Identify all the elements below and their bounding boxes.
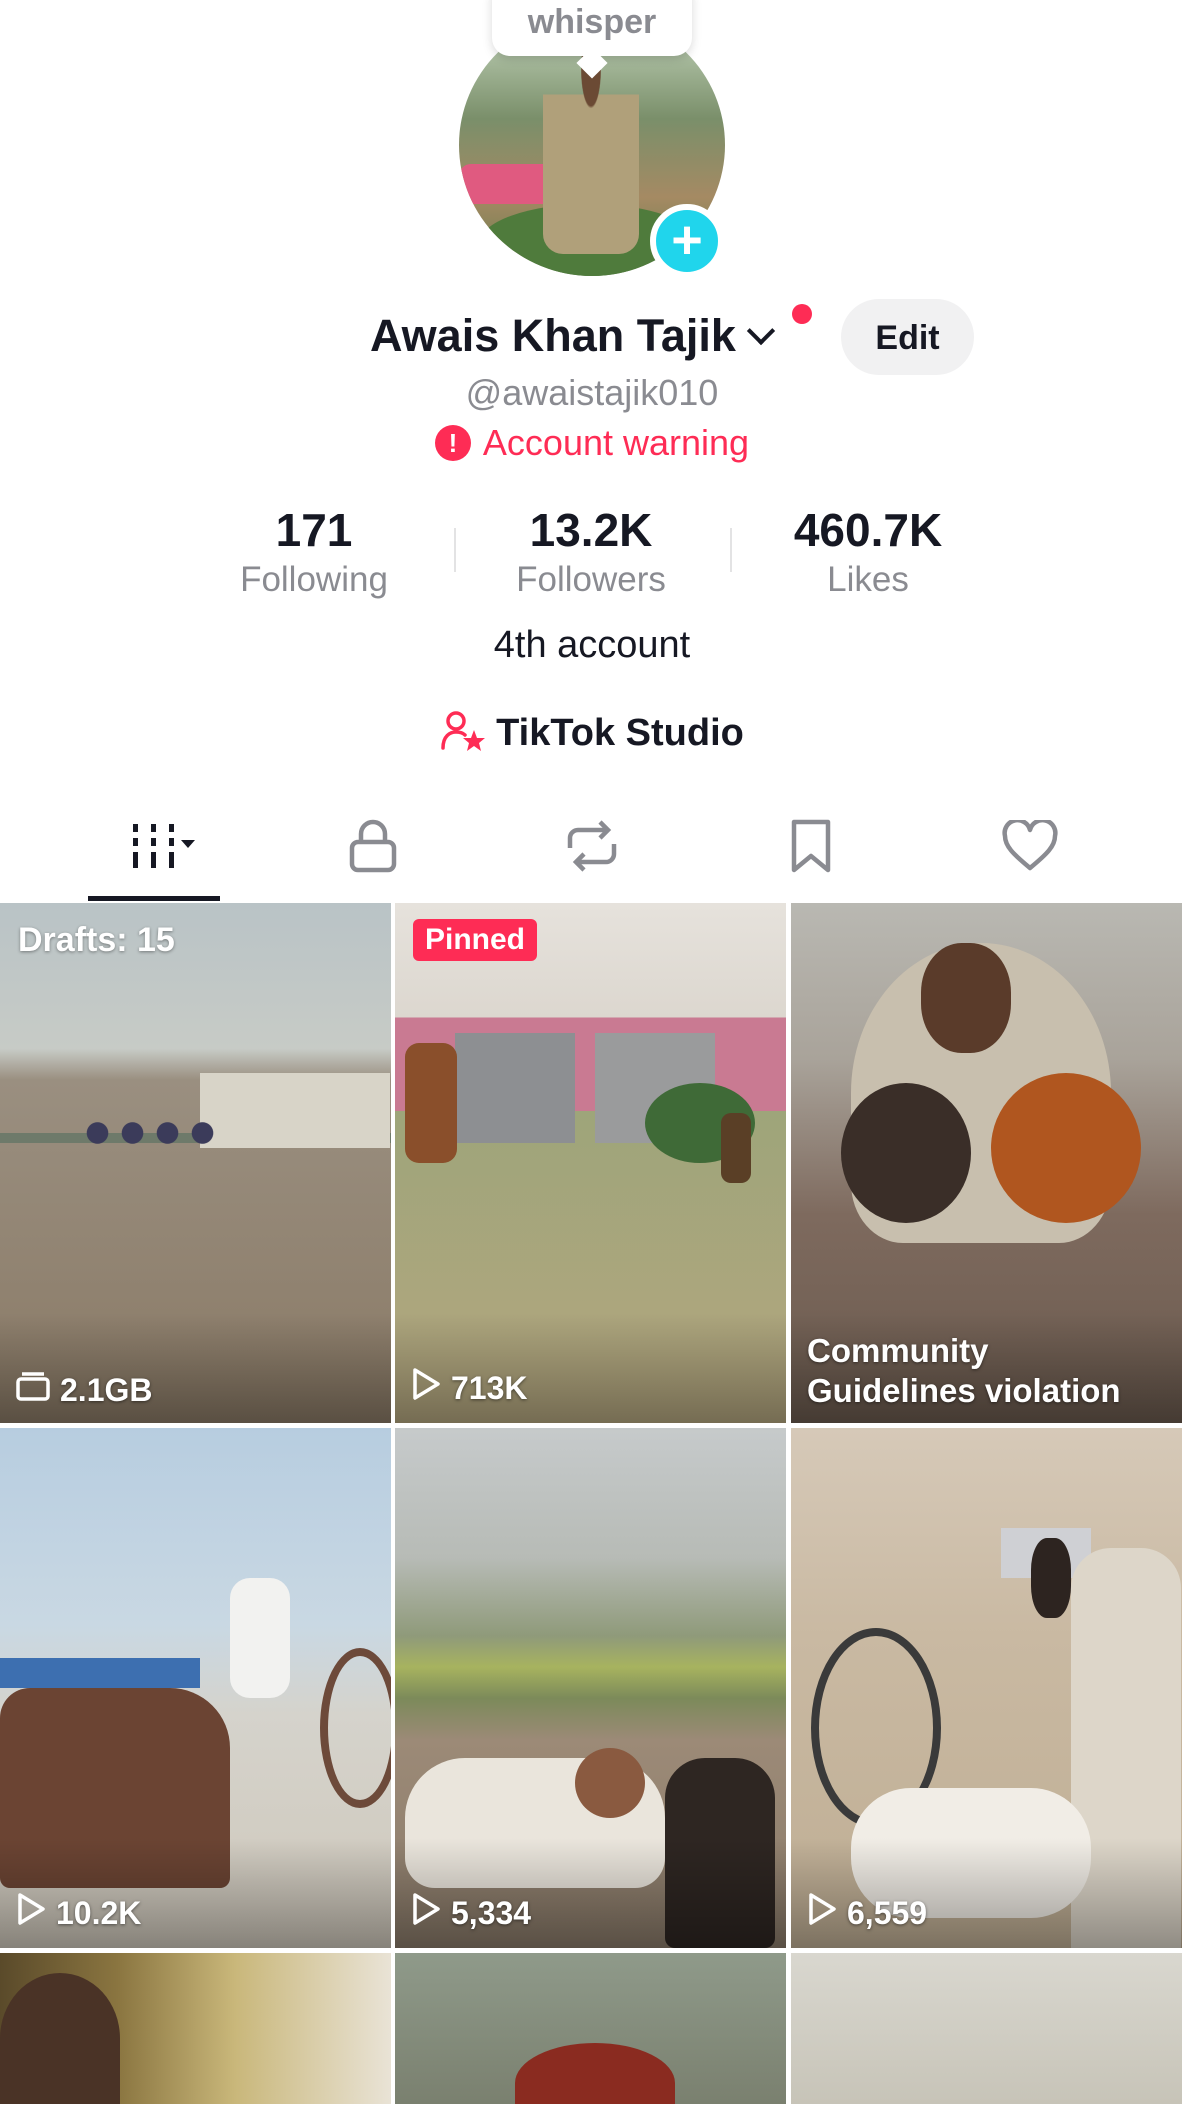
drafts-label: Drafts: 15 bbox=[18, 921, 175, 959]
stat-divider bbox=[730, 528, 732, 572]
name-row[interactable]: Awais Khan Tajik bbox=[370, 306, 778, 366]
tile-horse bbox=[405, 1043, 457, 1163]
profile-tabs bbox=[0, 800, 1184, 900]
tab-reposts[interactable] bbox=[532, 800, 652, 896]
warning-icon: ! bbox=[434, 425, 471, 461]
stat-divider bbox=[454, 528, 456, 572]
violation-line-1: Community bbox=[807, 1332, 989, 1369]
tile-wheel bbox=[320, 1648, 391, 1808]
draft-size: 2.1GB bbox=[16, 1371, 152, 1409]
tile-rooster bbox=[1031, 1538, 1071, 1618]
pinned-badge: Pinned bbox=[413, 919, 538, 961]
notification-dot bbox=[792, 304, 812, 324]
add-story-button[interactable]: + bbox=[650, 204, 724, 278]
tile-man bbox=[230, 1578, 290, 1698]
draft-size-value: 2.1GB bbox=[60, 1371, 153, 1408]
stat-likes[interactable]: 460.7K Likes bbox=[758, 500, 978, 600]
bookmark-icon bbox=[789, 818, 833, 879]
violation-line-2: Guidelines violation bbox=[807, 1372, 1121, 1409]
tile-shutter bbox=[455, 1033, 575, 1143]
tab-liked[interactable] bbox=[970, 800, 1090, 896]
videos-grid-icon bbox=[111, 818, 197, 879]
tiktok-studio-link[interactable]: TikTok Studio bbox=[0, 710, 1184, 757]
edit-profile-button[interactable]: Edit bbox=[841, 299, 974, 375]
likes-count: 460.7K bbox=[793, 504, 943, 556]
repost-icon bbox=[562, 818, 622, 879]
tab-favorites[interactable] bbox=[751, 800, 871, 896]
tile-sign bbox=[0, 1658, 200, 1688]
view-count: 6,559 bbox=[807, 1892, 927, 1934]
play-icon bbox=[807, 1892, 837, 1934]
video-tile[interactable]: 6,559 bbox=[791, 1428, 1182, 1948]
display-name: Awais Khan Tajik bbox=[370, 310, 736, 361]
violation-notice: Community Guidelines violation bbox=[807, 1331, 1121, 1411]
view-count: 10.2K bbox=[16, 1892, 141, 1934]
view-count-value: 10.2K bbox=[56, 1894, 142, 1931]
drafts-stack-icon bbox=[16, 1371, 50, 1409]
video-tile[interactable] bbox=[395, 1953, 786, 2104]
tile-dog bbox=[721, 1113, 751, 1183]
restricted-video-tile[interactable]: Community Guidelines violation bbox=[791, 903, 1182, 1423]
view-count: 713K bbox=[411, 1367, 528, 1409]
whisper-label: whisper bbox=[527, 3, 657, 41]
tile-rooster bbox=[841, 1083, 971, 1223]
chevron-down-icon[interactable] bbox=[744, 319, 778, 353]
view-count-value: 5,334 bbox=[451, 1894, 532, 1931]
active-tab-indicator bbox=[88, 896, 220, 901]
creator-star-icon bbox=[440, 710, 486, 757]
view-count: 5,334 bbox=[411, 1892, 531, 1934]
followers-count: 13.2K bbox=[529, 504, 653, 556]
stat-followers[interactable]: 13.2K Followers bbox=[481, 500, 701, 600]
followers-label: Followers bbox=[516, 560, 666, 599]
video-tile[interactable] bbox=[0, 1953, 391, 2104]
account-warning-link[interactable]: ! Account warning bbox=[0, 422, 1184, 464]
tile-rooster bbox=[515, 2043, 675, 2104]
lock-icon bbox=[348, 818, 398, 879]
view-count-value: 6,559 bbox=[847, 1894, 928, 1931]
video-tile[interactable]: 5,334 bbox=[395, 1428, 786, 1948]
tile-wall bbox=[200, 1073, 390, 1148]
video-tile[interactable] bbox=[791, 1953, 1182, 2104]
following-count: 171 bbox=[275, 504, 353, 556]
draft-video-tile[interactable]: Drafts: 15 2.1GB bbox=[0, 903, 391, 1423]
play-icon bbox=[16, 1892, 46, 1934]
video-tile[interactable]: 10.2K bbox=[0, 1428, 391, 1948]
tile-face bbox=[0, 1973, 120, 2104]
tile-head bbox=[921, 943, 1011, 1053]
view-count-value: 713K bbox=[451, 1369, 528, 1406]
play-icon bbox=[411, 1367, 441, 1409]
following-label: Following bbox=[240, 560, 388, 599]
plus-icon: + bbox=[671, 210, 703, 270]
account-warning-text: Account warning bbox=[482, 422, 750, 463]
play-icon bbox=[411, 1892, 441, 1934]
tile-dog-spot bbox=[575, 1748, 645, 1818]
bio: 4th account bbox=[493, 624, 691, 666]
tab-private[interactable] bbox=[313, 800, 433, 896]
pinned-video-tile[interactable]: Pinned 713K bbox=[395, 903, 786, 1423]
username: @awaistajik010 bbox=[465, 372, 719, 413]
tab-videos[interactable] bbox=[94, 800, 214, 896]
tiktok-studio-label: TikTok Studio bbox=[496, 712, 744, 754]
tile-rooster bbox=[991, 1073, 1141, 1223]
heart-icon bbox=[1001, 817, 1059, 877]
likes-label: Likes bbox=[827, 560, 909, 599]
tile-players bbox=[80, 1103, 220, 1173]
stat-following[interactable]: 171 Following bbox=[204, 500, 424, 600]
